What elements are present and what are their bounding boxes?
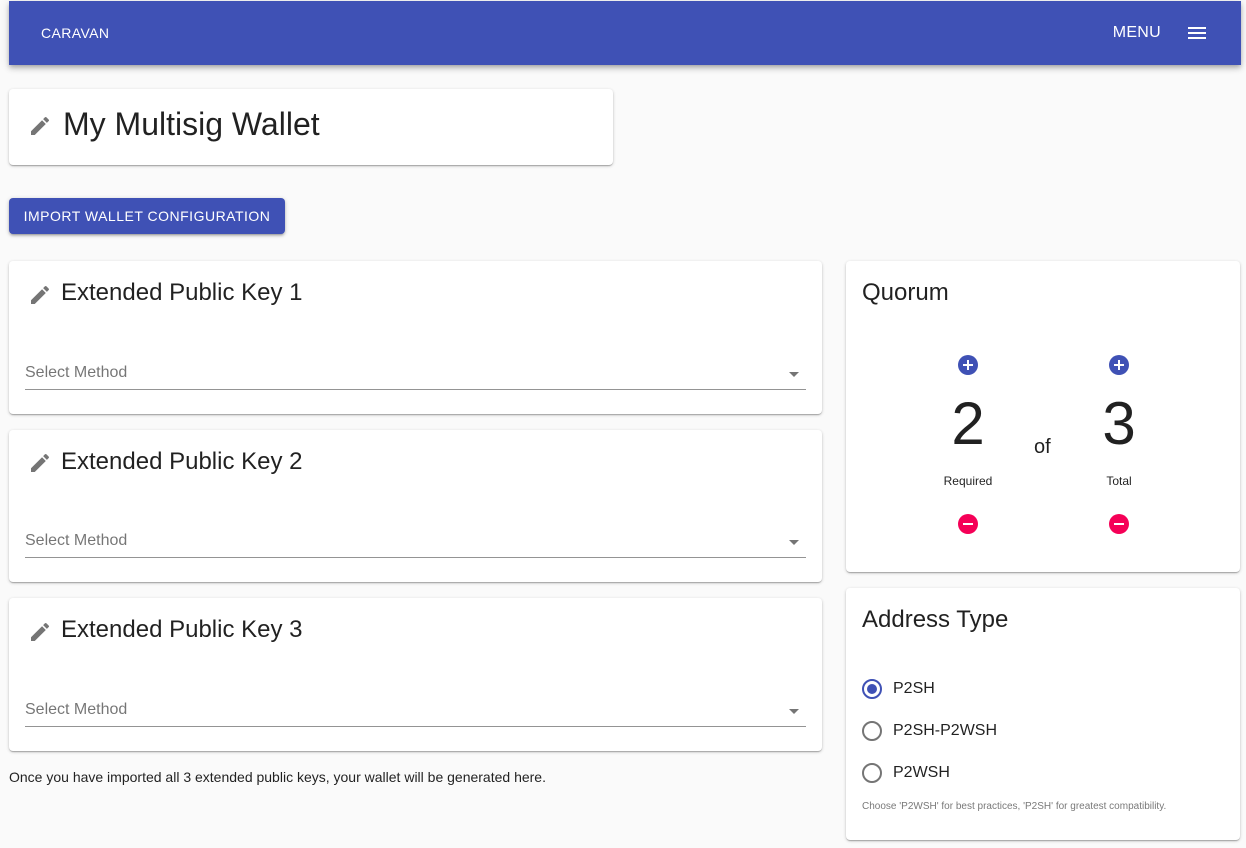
xpub-title[interactable]: Extended Public Key 2 [61, 448, 303, 476]
radio-unchecked-icon[interactable] [862, 721, 882, 741]
brand-link[interactable]: CARAVAN [41, 25, 109, 41]
quorum-card: Quorum 2 Required of 3 Total [846, 261, 1240, 572]
address-type-card: Address Type P2SH P2SH-P2WSH P2WSH Choos… [846, 588, 1240, 840]
pencil-icon[interactable] [28, 114, 52, 138]
xpub-card-2: Extended Public Key 2 Select Method [9, 430, 822, 582]
remove-circle-icon[interactable] [956, 512, 980, 536]
xpub-title[interactable]: Extended Public Key 3 [61, 616, 303, 644]
total-caption: Total [1106, 474, 1132, 488]
radio-label: P2WSH [893, 764, 950, 781]
arrow-drop-down-icon [789, 709, 799, 714]
select-placeholder: Select Method [25, 364, 128, 381]
add-circle-icon[interactable] [1107, 353, 1131, 377]
quorum-of-label: of [1034, 436, 1051, 458]
required-caption: Required [943, 474, 993, 488]
select-placeholder: Select Method [25, 701, 128, 718]
wallet-generation-note: Once you have imported all 3 extended pu… [9, 769, 546, 785]
select-placeholder: Select Method [25, 532, 128, 549]
menu-button[interactable]: MENU [1091, 1, 1241, 65]
select-method-dropdown[interactable]: Select Method [25, 527, 806, 558]
pencil-icon[interactable] [28, 451, 52, 475]
required-signers-value: 2 [951, 390, 985, 457]
pencil-icon[interactable] [28, 283, 52, 307]
wallet-name-title[interactable]: My Multisig Wallet [63, 106, 320, 142]
select-method-dropdown[interactable]: Select Method [25, 359, 806, 390]
xpub-card-1: Extended Public Key 1 Select Method [9, 261, 822, 414]
xpub-card-3: Extended Public Key 3 Select Method [9, 598, 822, 751]
remove-circle-icon[interactable] [1107, 512, 1131, 536]
address-type-option-p2wsh[interactable]: P2WSH [862, 761, 950, 785]
quorum-title: Quorum [862, 279, 949, 306]
address-type-title: Address Type [862, 606, 1009, 633]
arrow-drop-down-icon [789, 540, 799, 545]
wallet-name-card: My Multisig Wallet [9, 89, 613, 165]
import-wallet-configuration-button[interactable]: IMPORT WALLET CONFIGURATION [9, 198, 285, 234]
radio-label: P2SH [893, 680, 935, 697]
app-bar: CARAVAN MENU [9, 1, 1241, 65]
address-type-help-text: Choose 'P2WSH' for best practices, 'P2SH… [862, 801, 1167, 812]
total-signers-value: 3 [1102, 390, 1136, 457]
radio-label: P2SH-P2WSH [893, 722, 998, 739]
radio-unchecked-icon[interactable] [862, 763, 882, 783]
select-method-dropdown[interactable]: Select Method [25, 696, 806, 727]
address-type-option-p2sh[interactable]: P2SH [862, 677, 935, 701]
xpub-title[interactable]: Extended Public Key 1 [61, 279, 303, 307]
pencil-icon[interactable] [28, 620, 52, 644]
menu-icon [1188, 27, 1206, 39]
add-circle-icon[interactable] [956, 353, 980, 377]
menu-label: MENU [1112, 24, 1161, 41]
arrow-drop-down-icon [789, 372, 799, 377]
address-type-option-p2sh-p2wsh[interactable]: P2SH-P2WSH [862, 719, 997, 743]
radio-checked-icon[interactable] [862, 679, 882, 699]
